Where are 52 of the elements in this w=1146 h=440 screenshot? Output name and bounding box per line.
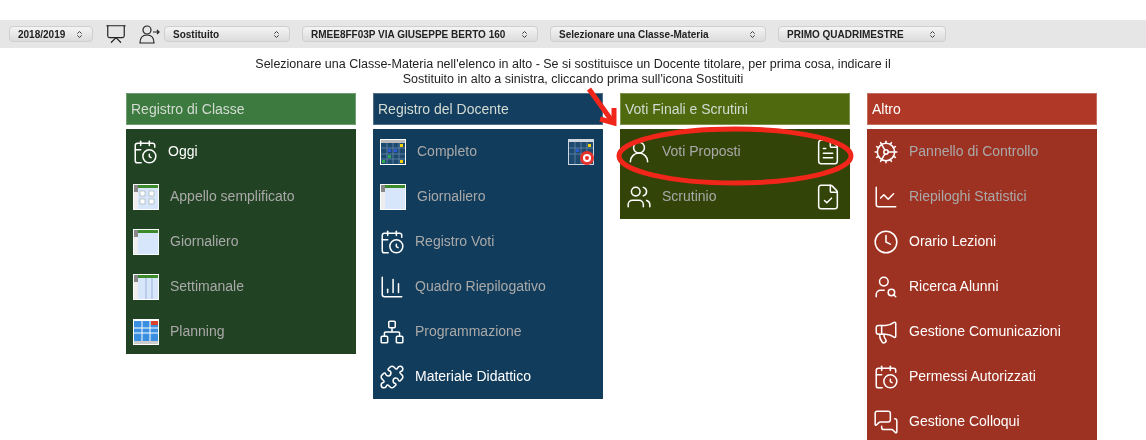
updown-caret-icon bbox=[748, 29, 757, 39]
menu-item[interactable]: Completo bbox=[373, 129, 603, 174]
checklist-sheet-icon bbox=[132, 182, 160, 211]
sheet-icon bbox=[379, 182, 407, 211]
panel-title: Registro del Docente bbox=[378, 99, 509, 119]
menu-item[interactable]: Giornaliero bbox=[126, 219, 356, 264]
menu-item[interactable]: Scrutinio bbox=[620, 174, 850, 219]
grid-icon bbox=[379, 137, 407, 166]
dropdown-select[interactable]: Selezionare una Classe-Materia bbox=[550, 26, 766, 42]
dropdown-select[interactable]: PRIMO QUADRIMESTRE bbox=[778, 26, 946, 42]
calendar-clock-icon bbox=[873, 363, 899, 390]
panel-title: Altro bbox=[872, 99, 901, 119]
panel-title: Voti Finali e Scrutini bbox=[625, 99, 748, 119]
sheet-icon bbox=[132, 227, 160, 256]
dropdown-select[interactable]: 2018/2019 bbox=[9, 26, 93, 42]
dropdown-select[interactable]: RMEE8FF03P VIA GIUSEPPE BERTO 160 bbox=[302, 26, 538, 42]
menu-item[interactable]: Riepiloghi Statistici bbox=[867, 174, 1097, 219]
menu-item[interactable]: Ricerca Alunni bbox=[867, 264, 1097, 309]
planning-grid-icon bbox=[132, 317, 160, 346]
menu-item[interactable]: Planning bbox=[126, 309, 356, 354]
calendar-clock-icon bbox=[379, 228, 405, 255]
clock-icon bbox=[873, 228, 899, 255]
chat-bubbles-icon bbox=[873, 408, 899, 435]
menu-item[interactable]: Programmazione bbox=[373, 309, 603, 354]
menu-item[interactable]: Registro Voti bbox=[373, 219, 603, 264]
menu-item[interactable]: Gestione Comunicazioni bbox=[867, 309, 1097, 354]
updown-caret-icon bbox=[272, 29, 281, 39]
menu-item[interactable]: Oggi bbox=[126, 129, 356, 174]
updown-caret-icon bbox=[75, 29, 84, 39]
panel-title: Registro di Classe bbox=[131, 99, 245, 119]
grid-target-icon[interactable] bbox=[567, 137, 595, 166]
menu-item[interactable]: Quadro Riepilogativo bbox=[373, 264, 603, 309]
instruction-text: Selezionare una Classe-Materia nell'elenco in alto - Se si sostituisce un Docente titolare, per prima cosa, indicare il Sostituito in alto a sinistra, cliccando prima sull'icona Sostituiti bbox=[254, 57, 892, 87]
menu-item[interactable]: Giornaliero bbox=[373, 174, 603, 219]
updown-caret-icon bbox=[928, 29, 937, 39]
menu-item[interactable]: Gestione Colloqui bbox=[867, 399, 1097, 440]
menu-item[interactable]: Materiale Didattico bbox=[373, 354, 603, 399]
updown-caret-icon bbox=[520, 29, 529, 39]
annotation-arrow bbox=[585, 86, 617, 126]
dropdown-select[interactable]: Sostituito bbox=[164, 26, 290, 42]
presentation-icon[interactable] bbox=[105, 23, 127, 45]
menu-item[interactable]: Appello semplificato bbox=[126, 174, 356, 219]
menu-item[interactable]: Settimanale bbox=[126, 264, 356, 309]
tree-diagram-icon bbox=[379, 318, 405, 345]
menu-item[interactable]: Permessi Autorizzati bbox=[867, 354, 1097, 399]
calendar-clock-icon bbox=[132, 138, 158, 165]
menu-item[interactable]: Orario Lezioni bbox=[867, 219, 1097, 264]
megaphone-icon bbox=[873, 318, 899, 345]
puzzle-icon bbox=[379, 363, 405, 390]
user-arrow-icon[interactable] bbox=[139, 23, 161, 45]
weekly-sheet-icon bbox=[132, 272, 160, 301]
menu-item[interactable]: Pannello di Controllo bbox=[867, 129, 1097, 174]
